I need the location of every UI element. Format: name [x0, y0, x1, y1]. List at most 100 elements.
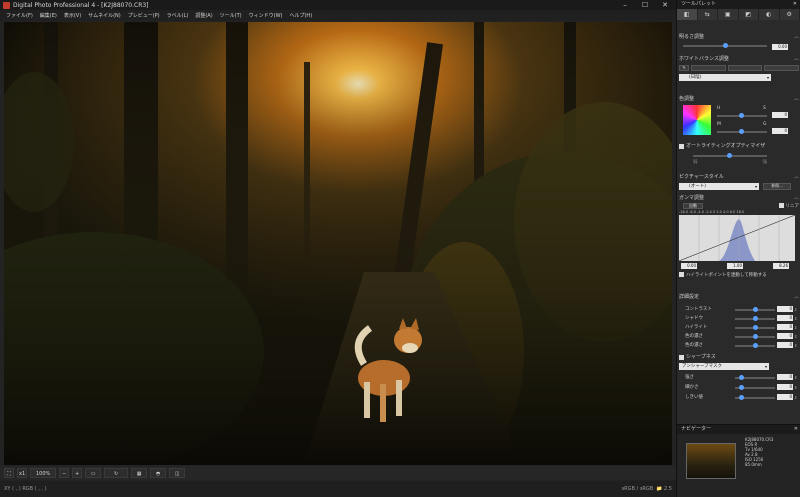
zoom-level-select[interactable]: 100% — [30, 468, 57, 478]
shadow-value[interactable]: 0 — [777, 315, 793, 321]
tab-lens[interactable]: ◐ — [759, 9, 780, 20]
highlight-slider[interactable] — [735, 325, 775, 330]
shadow-knob[interactable] — [753, 316, 758, 321]
eyedropper-icon[interactable]: ✎ — [679, 65, 689, 71]
zoom-out-button[interactable]: − — [59, 468, 70, 478]
stepper-icon[interactable]: ⇕ — [794, 324, 797, 331]
stepper-icon[interactable]: ⇕ — [794, 342, 797, 349]
stepper-icon[interactable]: ⇕ — [794, 306, 797, 313]
tab-color[interactable]: ◩ — [739, 9, 759, 20]
sharpness-checkbox[interactable] — [679, 355, 684, 360]
shadow-slider[interactable] — [735, 316, 775, 321]
linear-checkbox[interactable] — [778, 203, 784, 208]
tone-mid-value[interactable]: 1.00 — [727, 263, 743, 269]
auto-lighting-slider[interactable] — [693, 153, 767, 158]
highlight-value[interactable]: 0 — [777, 324, 793, 330]
stepper-icon[interactable]: ⇕ — [794, 374, 797, 381]
zoom-in-button[interactable]: + — [72, 468, 83, 478]
brightness-slider[interactable] — [683, 43, 767, 48]
threshold-knob[interactable] — [739, 395, 744, 400]
wb-select[interactable]: (日陰) ▾ — [679, 74, 771, 81]
threshold-value[interactable]: 0 — [777, 394, 793, 400]
auto-lighting-checkbox[interactable] — [679, 144, 684, 149]
tab-tone[interactable]: ⇆ — [698, 9, 718, 20]
stepper-icon[interactable]: ⇕ — [794, 315, 797, 322]
browse-button[interactable]: 参照... — [763, 183, 791, 190]
menu-window[interactable]: ウィンドウ(W) — [249, 12, 283, 19]
stepper-icon[interactable]: ⇕ — [794, 394, 797, 401]
menu-help[interactable]: ヘルプ(H) — [289, 12, 312, 19]
collapse-icon[interactable]: ︿ — [794, 294, 799, 301]
tone-white-value[interactable]: 8.26 — [773, 263, 789, 269]
collapse-icon[interactable]: ︿ — [794, 56, 799, 63]
collapse-icon[interactable]: ︿ — [794, 34, 799, 41]
menu-file[interactable]: ファイル(F) — [6, 12, 33, 19]
collapse-icon[interactable]: ︿ — [794, 195, 799, 202]
hue-value[interactable]: 0 — [772, 112, 788, 118]
strength-knob[interactable] — [739, 375, 744, 380]
menu-edit[interactable]: 編集(E) — [40, 12, 57, 19]
stepper-icon[interactable]: ⇕ — [794, 333, 797, 340]
tab-settings[interactable]: ⚙ — [780, 9, 800, 20]
mg-value[interactable]: 0 — [772, 128, 788, 134]
saturation-value[interactable]: 0 — [777, 333, 793, 339]
saturation-knob[interactable] — [753, 334, 758, 339]
navigator-thumbnail[interactable] — [686, 443, 736, 479]
menu-preview[interactable]: プレビュー(P) — [128, 12, 160, 19]
hue-knob[interactable] — [739, 113, 744, 118]
hue-slider[interactable] — [717, 113, 767, 118]
fineness-value[interactable]: 0 — [777, 384, 793, 390]
saturation-slider[interactable] — [735, 334, 775, 339]
rotate-icon[interactable]: ↻ — [104, 468, 129, 478]
color-tone-knob[interactable] — [753, 343, 758, 348]
palette-close-icon[interactable]: ✕ — [793, 0, 797, 9]
compare-icon[interactable]: ◫ — [169, 468, 186, 478]
mg-slider[interactable] — [717, 129, 767, 134]
brightness-value[interactable]: 0.00 — [772, 44, 788, 50]
contrast-value[interactable]: 0 — [777, 306, 793, 312]
tab-basic[interactable]: ◧ — [677, 9, 698, 20]
strength-slider[interactable] — [735, 375, 775, 380]
fineness-knob[interactable] — [739, 385, 744, 390]
wb-preset-1[interactable] — [691, 65, 726, 71]
color-tone-slider[interactable] — [735, 343, 775, 348]
link-highlight-checkbox[interactable] — [679, 272, 684, 277]
menu-tools[interactable]: ツール(T) — [220, 12, 242, 19]
mg-knob[interactable] — [739, 129, 744, 134]
tone-auto-button[interactable]: 自動 — [683, 203, 703, 209]
maximize-button[interactable]: ☐ — [636, 0, 654, 10]
highlight-knob[interactable] — [753, 325, 758, 330]
stepper-icon[interactable]: ⇕ — [794, 384, 797, 391]
wb-preset-3[interactable] — [764, 65, 800, 71]
threshold-slider[interactable] — [735, 395, 775, 400]
fit-window-button[interactable]: ⛶ — [4, 468, 14, 478]
grid-icon[interactable]: ▦ — [131, 468, 148, 478]
image-preview[interactable] — [4, 22, 672, 465]
contrast-knob[interactable] — [753, 307, 758, 312]
menu-thumbnail[interactable]: サムネイル(N) — [88, 12, 121, 19]
fineness-slider[interactable] — [735, 385, 775, 390]
color-tone-value[interactable]: 0 — [777, 342, 793, 348]
wb-preset-2[interactable] — [727, 65, 763, 71]
minimize-button[interactable]: – — [616, 0, 634, 10]
tone-black-value[interactable]: 0.00 — [681, 263, 697, 269]
color-wheel[interactable] — [683, 105, 711, 135]
sharpness-select[interactable]: アンシャープマスク ▾ — [679, 363, 769, 370]
collapse-icon[interactable]: ︿ — [794, 96, 799, 103]
menu-adjust[interactable]: 調整(A) — [195, 12, 212, 19]
tab-crop[interactable]: ▣ — [718, 9, 739, 20]
navigator-close-icon[interactable]: ✕ — [794, 425, 798, 434]
picture-style-select[interactable]: (オート) ▾ — [679, 183, 759, 190]
zoom-1x-button[interactable]: x1 — [17, 468, 28, 478]
crop-icon[interactable]: ▭ — [85, 468, 102, 478]
auto-lighting-knob[interactable] — [727, 153, 732, 158]
strength-value[interactable]: 0 — [777, 374, 793, 380]
menu-view[interactable]: 表示(V) — [64, 12, 81, 19]
brightness-knob[interactable] — [723, 43, 728, 48]
close-button[interactable]: ✕ — [656, 0, 674, 10]
menu-label[interactable]: ラベル(L) — [167, 12, 189, 19]
histogram[interactable] — [678, 214, 796, 262]
contrast-slider[interactable] — [735, 307, 775, 312]
highlight-warning-icon[interactable]: ◓ — [150, 468, 167, 478]
collapse-icon[interactable]: ︿ — [794, 174, 799, 181]
